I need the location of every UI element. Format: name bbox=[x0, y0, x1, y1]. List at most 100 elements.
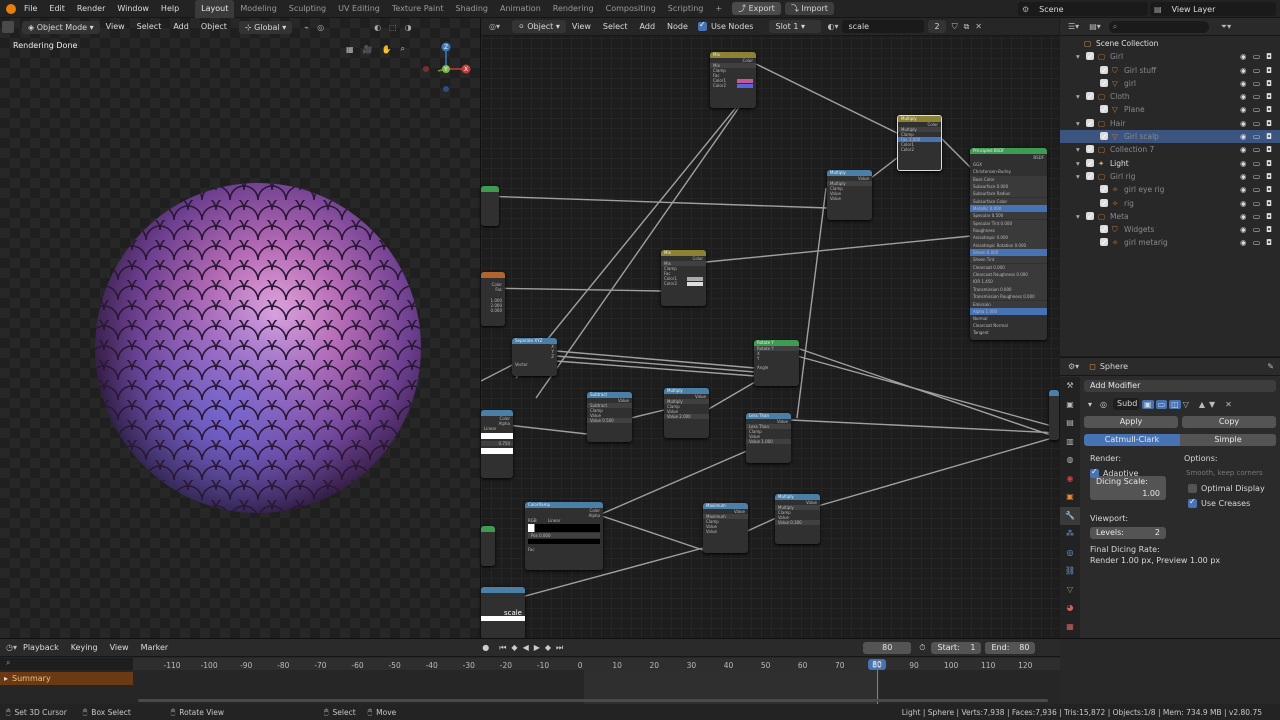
render-tab-icon[interactable]: ▣ bbox=[1060, 396, 1080, 415]
start-frame-field[interactable]: Start: 1 bbox=[931, 641, 982, 654]
render-camera-icon[interactable]: ◘ bbox=[1266, 77, 1272, 90]
visibility-eye-icon[interactable]: ◉ bbox=[1240, 130, 1247, 143]
outliner-item-label[interactable]: girl metarig bbox=[1124, 236, 1168, 249]
tab-modeling[interactable]: Modeling bbox=[234, 0, 282, 18]
tab-sculpting[interactable]: Sculpting bbox=[283, 0, 332, 18]
node-row[interactable]: Color2 bbox=[661, 281, 706, 286]
outliner-row[interactable]: ✧ girl eye rig ◉ ▭ ◘ bbox=[1060, 183, 1280, 197]
outliner-row[interactable]: ▾ ▢ Hair ◉ ▭ ◘ bbox=[1060, 117, 1280, 130]
visibility-eye-icon[interactable]: ◉ bbox=[1240, 90, 1247, 103]
outliner-row[interactable]: ⛉ Girl stuff ◉ ▭ ◘ bbox=[1060, 64, 1280, 77]
constraints-tab-icon[interactable]: ⛓ bbox=[1060, 562, 1080, 581]
viewport-disable-icon[interactable]: ▭ bbox=[1253, 103, 1260, 116]
export-button[interactable]: ⤴ Export bbox=[732, 2, 781, 15]
outliner-item-label[interactable]: Widgets bbox=[1124, 223, 1154, 236]
viewport-disable-icon[interactable]: ▭ bbox=[1253, 64, 1260, 77]
node-row[interactable]: 0.750 bbox=[481, 441, 513, 446]
visibility-eye-icon[interactable]: ◉ bbox=[1240, 77, 1247, 90]
tool-tab-icon[interactable]: ⚒ bbox=[1060, 377, 1080, 396]
mode-dropdown[interactable]: ◈ Object Mode ▾ bbox=[22, 20, 100, 34]
viewport-disable-icon[interactable]: ▭ bbox=[1253, 210, 1260, 223]
collection-checkbox[interactable] bbox=[1100, 103, 1108, 117]
node-row[interactable]: Linear bbox=[481, 426, 513, 431]
node-partial-5[interactable]: scale bbox=[481, 587, 525, 639]
node-partial-right[interactable] bbox=[1049, 390, 1059, 440]
node-multiply-value-1[interactable]: Multiply Value Multiply Clamp Value Valu… bbox=[827, 170, 872, 220]
collection-checkbox[interactable] bbox=[1100, 64, 1108, 77]
play-icon[interactable]: ▶ bbox=[534, 643, 540, 652]
visibility-eye-icon[interactable]: ◉ bbox=[1240, 157, 1247, 170]
ramp-color-field[interactable] bbox=[528, 539, 600, 544]
viewport-disable-icon[interactable]: ▭ bbox=[1253, 236, 1260, 249]
catmull-clark-button[interactable]: Catmull-Clark bbox=[1084, 434, 1180, 446]
view-layer-selector[interactable]: ▤ View Layer bbox=[1150, 2, 1276, 16]
render-camera-icon[interactable]: ◘ bbox=[1266, 210, 1272, 223]
grid-toggle-icon[interactable]: ▦ bbox=[346, 45, 354, 54]
gizmo-toggle-icon[interactable]: ⬚ bbox=[389, 23, 397, 32]
node-row[interactable]: Value 1.000 bbox=[746, 439, 791, 444]
viewport-disable-icon[interactable]: ▭ bbox=[1253, 223, 1260, 236]
next-keyframe-icon[interactable]: ◆ bbox=[545, 643, 551, 652]
node-colorramp[interactable]: ColorRamp Color Alpha RGB Linear Pos 0.0… bbox=[525, 502, 603, 570]
viewport-menu-object[interactable]: Object bbox=[195, 18, 233, 36]
outliner-item-label[interactable]: Cloth bbox=[1110, 90, 1130, 103]
viewport-menu-select[interactable]: Select bbox=[131, 18, 168, 36]
outliner-item-label[interactable]: Scene Collection bbox=[1096, 37, 1158, 50]
collection-checkbox[interactable] bbox=[1086, 170, 1094, 183]
world-tab-icon[interactable]: ◉ bbox=[1060, 470, 1080, 489]
menu-render[interactable]: Render bbox=[71, 0, 111, 18]
material-tab-icon[interactable]: ◕ bbox=[1060, 599, 1080, 618]
outliner-item-label[interactable]: Plane bbox=[1124, 103, 1145, 116]
node-maximum[interactable]: Maximum Value Maximum Clamp Value Value bbox=[703, 503, 748, 553]
transform-orientation-dropdown[interactable]: ⊹ Global ▾ bbox=[238, 20, 293, 34]
outliner-row[interactable]: ▽ Plane ◉ ▭ ◘ bbox=[1060, 103, 1280, 117]
color-swatch[interactable] bbox=[737, 84, 753, 88]
move-down-icon[interactable]: ▼ bbox=[1209, 400, 1215, 409]
node-row[interactable]: Value 2.000 bbox=[664, 414, 709, 419]
cage-toggle-icon[interactable]: ▽ bbox=[1183, 400, 1189, 409]
bsdf-input-row[interactable]: Sheen 0.000 bbox=[970, 248, 1047, 256]
node-subtract[interactable]: Subtract Value Subtract Clamp Value Valu… bbox=[587, 392, 632, 442]
tab-scripting[interactable]: Scripting bbox=[662, 0, 710, 18]
render-camera-icon[interactable]: ◘ bbox=[1266, 50, 1272, 63]
collection-checkbox[interactable] bbox=[1100, 197, 1108, 210]
viewport-disable-icon[interactable]: ▭ bbox=[1253, 90, 1260, 103]
render-camera-icon[interactable]: ◘ bbox=[1266, 64, 1272, 77]
timeline-menu-marker[interactable]: Marker bbox=[135, 639, 175, 657]
outliner[interactable]: ☰▾ ▤▾ ⌕ ⏷▾ ▢ Scene Collection ▾ ▢ Girl ◉ ▭ ◘ ⛉ Gi… bbox=[1060, 18, 1280, 356]
collection-checkbox[interactable] bbox=[1100, 183, 1108, 197]
render-camera-icon[interactable]: ◘ bbox=[1266, 183, 1272, 196]
outliner-row[interactable]: ▾ ▢ Cloth ◉ ▭ ◘ bbox=[1060, 90, 1280, 103]
copy-button[interactable]: Copy bbox=[1182, 416, 1276, 428]
node-row[interactable]: Value 0.300 bbox=[775, 520, 820, 525]
outliner-item-label[interactable]: Girl stuff bbox=[1124, 64, 1156, 77]
outliner-row[interactable]: ▢ Scene Collection bbox=[1060, 37, 1280, 50]
data-tab-icon[interactable]: ▽ bbox=[1060, 581, 1080, 600]
outliner-item-label[interactable]: rig bbox=[1124, 197, 1134, 210]
apply-button[interactable]: Apply bbox=[1084, 416, 1178, 428]
node-row[interactable]: Value 0.500 bbox=[587, 418, 632, 423]
render-camera-icon[interactable]: ◘ bbox=[1266, 236, 1272, 249]
output-tab-icon[interactable]: ▤ bbox=[1060, 414, 1080, 433]
render-camera-icon[interactable]: ◘ bbox=[1266, 117, 1272, 130]
levels-field[interactable]: Levels: 2 bbox=[1090, 527, 1166, 539]
viewport-disable-icon[interactable]: ▭ bbox=[1253, 130, 1260, 143]
jump-end-icon[interactable]: ⏭ bbox=[556, 643, 563, 653]
collection-checkbox[interactable] bbox=[1100, 130, 1108, 143]
snap-icon[interactable]: ⌁ bbox=[304, 23, 309, 32]
bsdf-input-row[interactable]: GGX bbox=[970, 161, 1047, 168]
timeline-scrollbar[interactable] bbox=[138, 699, 1048, 702]
bsdf-input-row[interactable]: Transmission 0.000 bbox=[970, 285, 1047, 293]
neg-x-axis-icon[interactable] bbox=[423, 66, 429, 72]
render-camera-icon[interactable]: ◘ bbox=[1266, 157, 1272, 170]
bsdf-input-row[interactable]: Anisotropic 0.000 bbox=[970, 234, 1047, 242]
viewport-disable-icon[interactable]: ▭ bbox=[1253, 143, 1260, 156]
render-camera-icon[interactable]: ◘ bbox=[1266, 103, 1272, 116]
timeline-ruler[interactable] bbox=[133, 658, 1060, 670]
blender-logo-icon[interactable] bbox=[6, 3, 16, 14]
texture-tab-icon[interactable]: ▦ bbox=[1060, 618, 1080, 637]
viewport-disable-icon[interactable]: ▭ bbox=[1253, 117, 1260, 130]
navigation-gizmo[interactable]: Z X Y bbox=[418, 38, 478, 98]
outliner-row[interactable]: ✧ girl metarig ◉ ▭ ◘ bbox=[1060, 236, 1280, 250]
color-swatch[interactable] bbox=[687, 282, 703, 286]
